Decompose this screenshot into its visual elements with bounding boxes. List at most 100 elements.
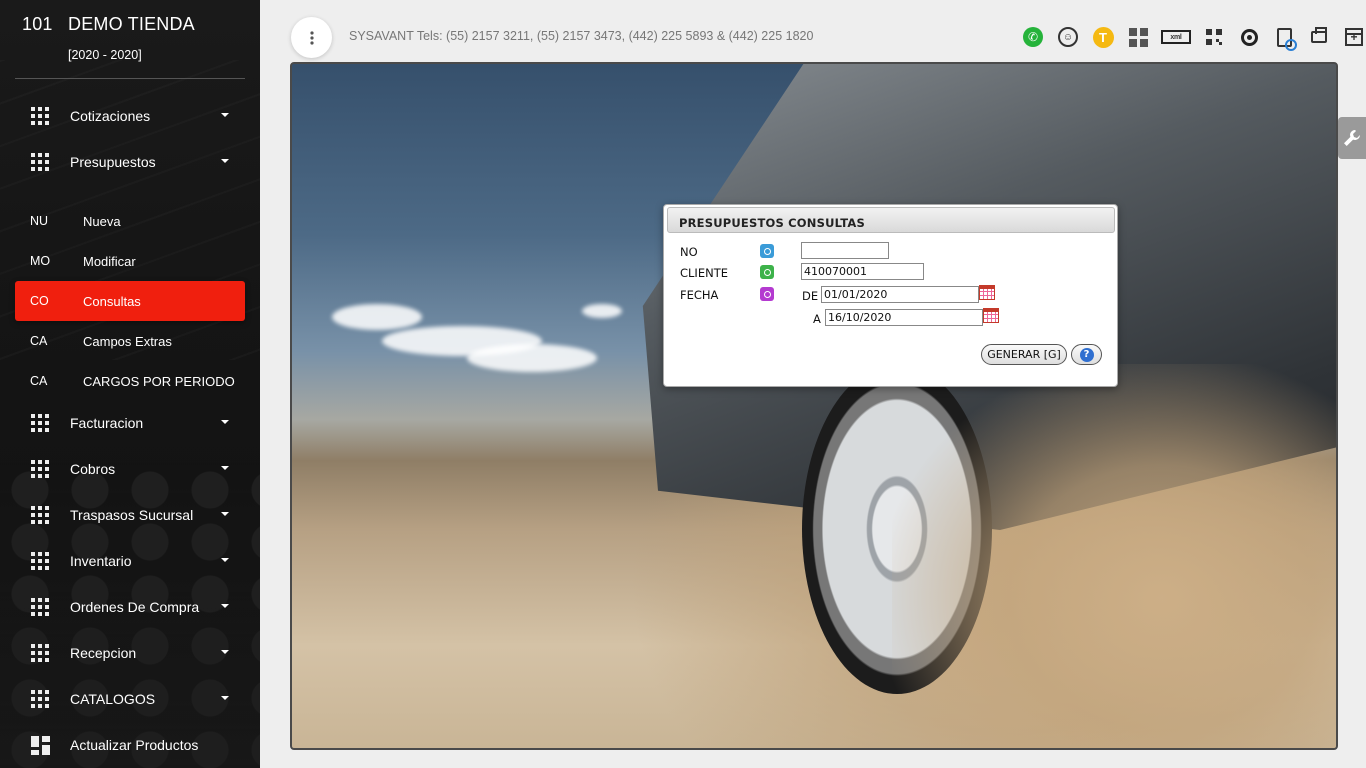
printer-icon xyxy=(1311,27,1327,43)
sidebar-item-label: Recepcion xyxy=(70,645,137,661)
submenu-item-consultas[interactable]: CO Consultas xyxy=(15,281,245,321)
caret-down-icon xyxy=(221,159,229,163)
dialog-title: PRESUPUESTOS CONSULTAS xyxy=(667,207,1115,233)
cliente-label: CLIENTE xyxy=(680,266,728,280)
new-window-icon: + xyxy=(1345,28,1363,46)
caret-down-icon xyxy=(221,113,229,117)
sidebar-item-label: Cobros xyxy=(70,461,116,477)
store-number: 101 xyxy=(22,14,53,34)
cloud xyxy=(582,304,622,318)
sidebar-item-label: Presupuestos xyxy=(70,154,156,170)
more-options-button[interactable] xyxy=(291,17,332,58)
new-window-button[interactable]: + xyxy=(1341,24,1366,50)
help-icon: ? xyxy=(1079,347,1094,362)
grid-icon xyxy=(31,153,49,171)
submenu-label: CARGOS POR PERIODO xyxy=(83,373,235,389)
document-search-icon xyxy=(1276,27,1297,51)
sidebar-item-inventario[interactable]: Inventario xyxy=(15,541,245,581)
whatsapp-button[interactable]: ✆ xyxy=(1020,24,1046,50)
xml-icon: xml xyxy=(1161,30,1191,44)
sidebar-item-facturacion[interactable]: Facturacion xyxy=(15,403,245,443)
sidebar-item-label: Ordenes De Compra xyxy=(70,599,200,615)
store-name: DEMO TIENDA xyxy=(68,14,195,34)
toolbar: ✆ ☺ T xml + xyxy=(1020,24,1366,51)
no-input[interactable] xyxy=(801,242,889,259)
company-info: SYSAVANT Tels: (55) 2157 3211, (55) 2157… xyxy=(349,29,814,43)
main-panel-background xyxy=(290,62,1338,750)
settings-tab[interactable] xyxy=(1338,117,1366,159)
fecha-de-input[interactable] xyxy=(821,286,979,303)
t-button[interactable]: T xyxy=(1090,24,1116,50)
sidebar: 101 DEMO TIENDA [2020 - 2020] Cotizacione… xyxy=(0,0,260,768)
submenu-item-campos-extras[interactable]: CA Campos Extras xyxy=(15,321,245,361)
caret-down-icon xyxy=(221,604,229,608)
sidebar-item-actualizar-productos[interactable]: Actualizar Productos xyxy=(15,725,245,765)
sidebar-item-label: Cotizaciones xyxy=(70,108,151,124)
sidebar-item-catalogos[interactable]: CATALOGOS xyxy=(15,679,245,719)
submenu-label: Modificar xyxy=(83,253,136,269)
grid-icon xyxy=(31,644,49,662)
grid-icon xyxy=(31,460,49,478)
submenu-item-nueva[interactable]: NU Nueva xyxy=(15,201,245,241)
dust-image xyxy=(892,364,1336,748)
a-label: A xyxy=(813,312,821,326)
qr-button[interactable] xyxy=(1201,24,1227,50)
caret-down-icon xyxy=(221,420,229,424)
xml-button[interactable]: xml xyxy=(1160,24,1192,50)
submenu-abbr: NU xyxy=(30,214,49,228)
wrench-icon xyxy=(1344,130,1360,146)
submenu-abbr: CO xyxy=(30,294,49,308)
t-icon: T xyxy=(1092,26,1114,48)
qr-icon xyxy=(1206,29,1222,45)
brand-years: [2020 - 2020] xyxy=(68,48,142,62)
submenu-abbr: CA xyxy=(30,334,48,348)
submenu-item-cargos-por-periodo[interactable]: CA CARGOS POR PERIODO xyxy=(15,361,245,401)
help-button[interactable]: ? xyxy=(1071,344,1102,365)
caret-down-icon xyxy=(221,512,229,516)
fecha-label: FECHA xyxy=(680,288,719,302)
sidebar-item-label: Actualizar Productos xyxy=(70,737,199,753)
document-search-button[interactable] xyxy=(1271,24,1297,51)
dashboard-icon xyxy=(1128,27,1148,47)
submenu-item-modificar[interactable]: MO Modificar xyxy=(15,241,245,281)
presupuestos-consultas-dialog: PRESUPUESTOS CONSULTAS NO CLIENTE FECHA … xyxy=(663,204,1118,387)
submenu-abbr: CA xyxy=(30,374,48,388)
cliente-input[interactable] xyxy=(801,263,924,280)
sidebar-item-cobros[interactable]: Cobros xyxy=(15,449,245,489)
cliente-lookup-icon[interactable] xyxy=(760,265,774,279)
calendar-icon[interactable] xyxy=(979,285,995,300)
fecha-a-input[interactable] xyxy=(825,309,983,326)
target-button[interactable] xyxy=(1236,24,1262,50)
submenu-label: Nueva xyxy=(83,213,121,229)
submenu-label: Campos Extras xyxy=(83,333,172,349)
submenu-abbr: MO xyxy=(30,254,51,268)
whatsapp-icon: ✆ xyxy=(1023,27,1043,47)
dashboard-button[interactable] xyxy=(1125,24,1151,50)
sidebar-item-cotizaciones[interactable]: Cotizaciones xyxy=(15,96,245,136)
target-icon xyxy=(1240,28,1258,46)
brand-divider xyxy=(15,78,245,79)
brand: 101 DEMO TIENDA xyxy=(22,14,195,35)
caret-down-icon xyxy=(221,558,229,562)
de-label: DE xyxy=(802,289,819,303)
support-button[interactable]: ☺ xyxy=(1055,24,1081,50)
calendar-icon[interactable] xyxy=(983,308,999,323)
grid-icon xyxy=(31,598,49,616)
vertical-dots-icon xyxy=(309,30,314,45)
print-button[interactable] xyxy=(1306,24,1332,50)
generate-button[interactable]: GENERAR [G] xyxy=(981,344,1067,365)
sidebar-item-traspasos-sucursal[interactable]: Traspasos Sucursal xyxy=(15,495,245,535)
sidebar-item-recepcion[interactable]: Recepcion xyxy=(15,633,245,673)
sidebar-item-label: Inventario xyxy=(70,553,132,569)
no-label: NO xyxy=(680,245,698,259)
cloud xyxy=(467,344,597,372)
no-lookup-icon[interactable] xyxy=(760,244,774,258)
caret-down-icon xyxy=(221,466,229,470)
sidebar-item-label: CATALOGOS xyxy=(70,691,156,707)
sidebar-item-ordenes-de-compra[interactable]: Ordenes De Compra xyxy=(15,587,245,627)
sidebar-item-label: Traspasos Sucursal xyxy=(70,507,194,523)
fecha-lookup-icon[interactable] xyxy=(760,287,774,301)
cloud xyxy=(332,304,422,330)
grid-icon xyxy=(31,552,49,570)
sidebar-item-presupuestos[interactable]: Presupuestos xyxy=(15,142,245,182)
